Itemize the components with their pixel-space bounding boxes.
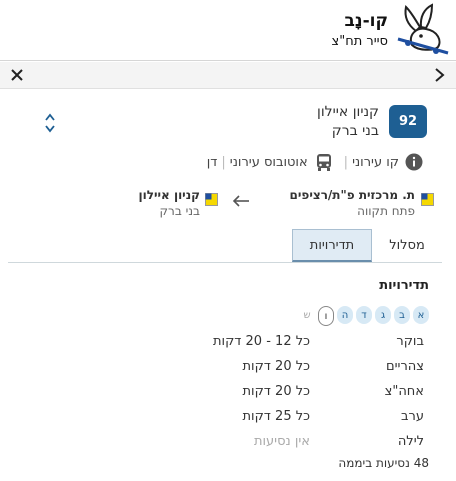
daily-trip-count: 48 נסיעות ביממה	[338, 456, 429, 470]
destination-stop-icon	[205, 193, 218, 206]
frequency-row: לילה אין נסיעות	[0, 434, 456, 454]
frequency-row: צהריים כל 20 דקות	[0, 359, 456, 379]
route-number-badge: 92	[389, 105, 427, 138]
day-button-selected[interactable]: ו	[318, 306, 334, 326]
day-button-disabled: ש	[303, 309, 311, 321]
route-panel: 92 קניון איילון בני ברק קו עירוני | אוטו…	[0, 62, 456, 481]
panel-tabs: מסלול תדירויות	[0, 229, 456, 262]
route-info-row: קו עירוני | אוטובוס עירוני | דן	[207, 152, 423, 172]
day-button[interactable]: ב	[394, 306, 410, 324]
frequency-period: ערב	[401, 409, 424, 424]
brand-subtitle: סייר תח"צ	[331, 34, 388, 49]
app-header: קו-נָב סייר תח"צ	[0, 0, 456, 61]
route-destination: קניון איילון	[317, 104, 379, 120]
operator-name: דן	[206, 154, 218, 170]
destination-stop-name: קניון איילון	[138, 188, 200, 202]
tabs-divider	[8, 262, 442, 263]
origin-stop-name: ת. מרכזית פ"ת/רציפים	[289, 188, 415, 202]
frequency-period: אחה"צ	[384, 384, 424, 399]
frequency-value: אין נסיעות	[253, 434, 310, 449]
separator: |	[221, 154, 226, 170]
swap-direction-icon[interactable]	[43, 112, 57, 134]
day-button[interactable]: ה	[337, 306, 353, 324]
frequency-period: צהריים	[386, 359, 424, 374]
destination-stop-city: בני ברק	[159, 204, 200, 218]
panel-toolbar	[0, 62, 456, 89]
arrow-left-icon	[232, 195, 249, 207]
brand-title: קו-נָב	[344, 11, 388, 31]
frequency-period: בוקר	[396, 334, 424, 349]
separator: |	[343, 154, 349, 170]
origin-stop-city: פתח תקווה	[357, 204, 415, 218]
day-button[interactable]: ד	[356, 306, 372, 324]
close-icon[interactable]	[9, 67, 25, 83]
day-button[interactable]: ג	[375, 306, 391, 324]
frequency-value: כל 25 דקות	[242, 409, 311, 424]
day-button[interactable]: א	[413, 306, 429, 324]
line-type: קו עירוני	[352, 154, 399, 170]
frequency-title: תדירויות	[379, 278, 429, 293]
frequency-value: כל 12 - 20 דקות	[212, 334, 310, 349]
day-selector: א ב ג ד ה ו ש	[299, 306, 429, 326]
frequency-period: לילה	[397, 434, 424, 449]
rabbit-logo-icon[interactable]	[394, 3, 450, 57]
frequency-row: ערב כל 25 דקות	[0, 409, 456, 429]
tab-frequency[interactable]: תדירויות	[292, 229, 372, 262]
frequency-row: אחה"צ כל 20 דקות	[0, 384, 456, 404]
chevron-right-icon[interactable]	[431, 67, 447, 83]
info-icon	[405, 153, 423, 171]
vehicle-type: אוטובוס עירוני	[229, 154, 308, 170]
frequency-value: כל 20 דקות	[242, 384, 311, 399]
bus-icon	[316, 154, 331, 171]
frequency-row: בוקר כל 12 - 20 דקות	[0, 334, 456, 354]
route-destination-city: בני ברק	[331, 123, 379, 139]
frequency-value: כל 20 דקות	[242, 359, 311, 374]
origin-stop-icon	[421, 193, 434, 206]
tab-route[interactable]: מסלול	[371, 229, 443, 262]
